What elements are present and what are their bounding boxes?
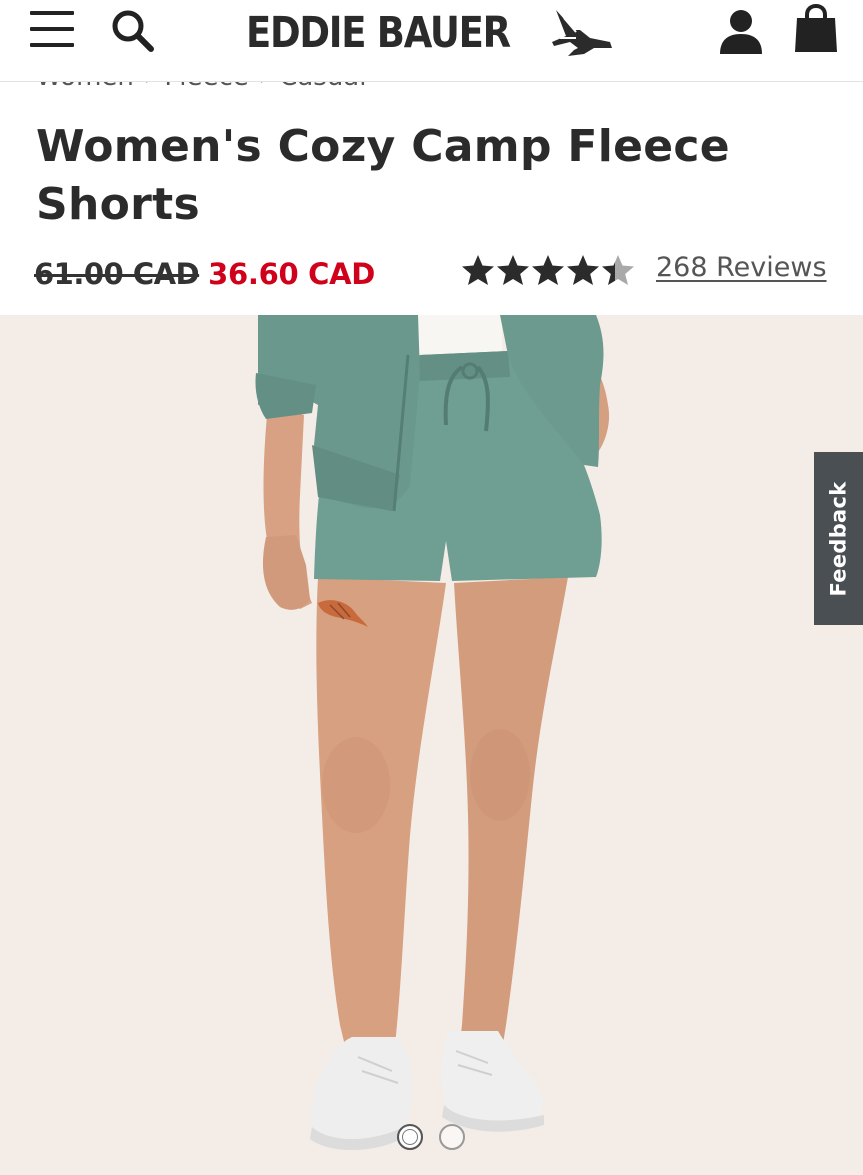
goose-logo-icon: [552, 10, 612, 56]
gallery-pagination: [397, 1124, 465, 1150]
feedback-tab[interactable]: Feedback: [814, 452, 863, 625]
feedback-label: Feedback: [826, 480, 851, 597]
product-photo: [255, 315, 610, 1151]
star-icon: [567, 255, 599, 285]
star-icon: [497, 255, 529, 285]
brand-wordmark: EDDIE BAUER: [246, 8, 511, 58]
shopping-bag-icon[interactable]: [793, 4, 839, 54]
gallery-dot[interactable]: [397, 1124, 423, 1150]
sale-price: 36.60 CAD: [208, 257, 376, 291]
star-icon: [602, 255, 634, 285]
hamburger-menu-icon[interactable]: [30, 9, 74, 49]
star-rating[interactable]: [460, 252, 635, 288]
original-price: 61.00 CAD: [34, 257, 200, 291]
brand-logo[interactable]: EDDIE BAUER: [246, 6, 612, 60]
price-row: 61.00 CAD 36.60 CAD: [34, 252, 375, 296]
site-header: EDDIE BAUER: [0, 0, 863, 82]
product-image[interactable]: [0, 315, 863, 1175]
star-icon: [462, 255, 494, 285]
search-icon[interactable]: [108, 6, 156, 54]
gallery-dot[interactable]: [439, 1124, 465, 1150]
reviews-link[interactable]: 268 Reviews: [656, 252, 827, 283]
account-icon[interactable]: [718, 8, 764, 54]
star-icon: [532, 255, 564, 285]
product-title: Women's Cozy Camp Fleece Shorts: [36, 121, 730, 230]
